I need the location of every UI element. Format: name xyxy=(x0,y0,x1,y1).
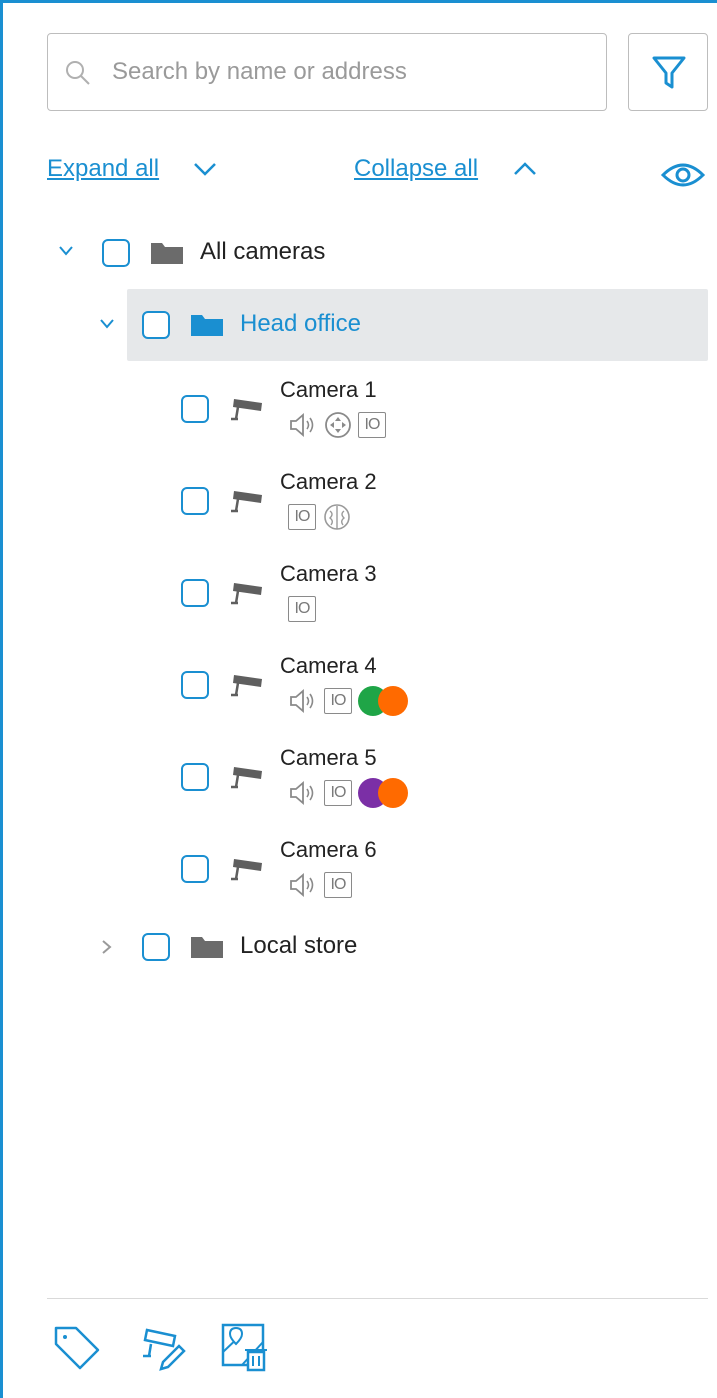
checkbox-camera[interactable] xyxy=(181,671,209,699)
ptz-icon xyxy=(325,412,351,438)
filter-icon xyxy=(652,56,686,89)
window-top-border xyxy=(0,0,717,3)
camera-icon xyxy=(231,767,262,789)
camera-icon xyxy=(231,399,262,421)
camera-icon xyxy=(231,859,262,881)
camera-capabilities: IO xyxy=(288,778,412,808)
io-badge: IO xyxy=(288,596,316,622)
tag-icon[interactable] xyxy=(52,1322,102,1372)
tree-item-label[interactable]: All cameras xyxy=(200,238,325,266)
camera-name[interactable]: Camera 4 xyxy=(280,653,377,679)
io-badge: IO xyxy=(358,412,386,438)
status-dots xyxy=(358,778,412,808)
map-delete-icon[interactable] xyxy=(220,1322,270,1372)
checkbox-all-cameras[interactable] xyxy=(102,239,130,267)
filter-button[interactable] xyxy=(628,33,708,111)
toolbar-divider xyxy=(47,1298,708,1299)
folder-icon xyxy=(191,937,223,958)
tree-item-label[interactable]: Head office xyxy=(240,310,361,338)
camera-name[interactable]: Camera 6 xyxy=(280,837,377,863)
camera-name[interactable]: Camera 3 xyxy=(280,561,377,587)
checkbox-camera[interactable] xyxy=(181,763,209,791)
checkbox-camera[interactable] xyxy=(181,579,209,607)
chevron-up-icon[interactable] xyxy=(512,160,538,178)
collapse-all-link[interactable]: Collapse all xyxy=(354,155,478,183)
folder-icon xyxy=(151,243,183,264)
camera-name[interactable]: Camera 2 xyxy=(280,469,377,495)
checkbox-camera[interactable] xyxy=(181,855,209,883)
camera-icon xyxy=(231,583,262,605)
camera-capabilities: IO xyxy=(288,411,386,439)
camera-capabilities: IO xyxy=(288,595,316,623)
chevron-down-icon[interactable] xyxy=(57,244,75,258)
chevron-down-icon[interactable] xyxy=(192,160,218,178)
io-badge: IO xyxy=(324,780,352,806)
folder-icon xyxy=(191,315,223,336)
checkbox-head-office[interactable] xyxy=(142,311,170,339)
speaker-icon xyxy=(290,413,314,437)
checkbox-camera[interactable] xyxy=(181,395,209,423)
io-badge: IO xyxy=(324,872,352,898)
checkbox-local-store[interactable] xyxy=(142,933,170,961)
io-badge: IO xyxy=(288,504,316,530)
speaker-icon xyxy=(290,873,314,897)
status-dots xyxy=(358,686,412,716)
expand-all-link[interactable]: Expand all xyxy=(47,155,159,183)
io-badge: IO xyxy=(324,688,352,714)
search-box[interactable] xyxy=(47,33,607,111)
camera-capabilities: IO xyxy=(288,871,352,899)
camera-icon xyxy=(231,491,262,513)
tree-item-label[interactable]: Local store xyxy=(240,932,357,960)
camera-capabilities: IO xyxy=(288,686,412,716)
orange-status-dot xyxy=(378,686,408,716)
search-input[interactable] xyxy=(112,52,592,92)
orange-status-dot xyxy=(378,778,408,808)
window-left-border xyxy=(0,0,3,1398)
camera-edit-icon[interactable] xyxy=(137,1322,187,1372)
brain-icon xyxy=(324,504,350,530)
camera-capabilities: IO xyxy=(288,503,352,531)
search-icon xyxy=(66,61,90,85)
chevron-down-icon[interactable] xyxy=(98,317,116,331)
camera-icon xyxy=(231,675,262,697)
chevron-right-icon[interactable] xyxy=(100,938,114,956)
checkbox-camera[interactable] xyxy=(181,487,209,515)
speaker-icon xyxy=(290,689,314,713)
speaker-icon xyxy=(290,781,314,805)
eye-icon[interactable] xyxy=(660,158,706,192)
camera-name[interactable]: Camera 1 xyxy=(280,377,377,403)
camera-name[interactable]: Camera 5 xyxy=(280,745,377,771)
